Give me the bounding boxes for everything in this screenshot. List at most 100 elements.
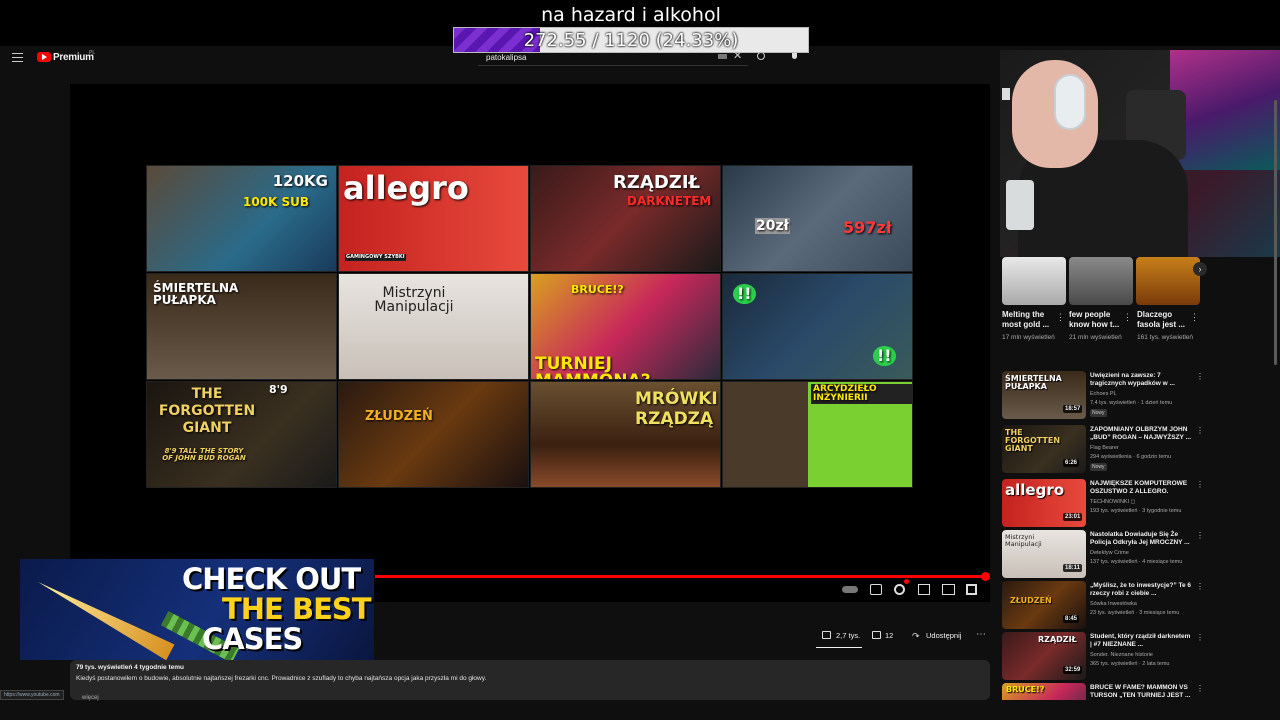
more-actions-icon[interactable]: ⋯ xyxy=(973,627,989,645)
duration-badge: 8:45 xyxy=(1063,615,1080,623)
rec-thumb-text: ZŁUDZEŃ xyxy=(1010,596,1052,605)
rec-channel[interactable]: Flag Bearer xyxy=(1090,445,1119,451)
recommendation-item[interactable]: BRUCE!? BRUCE W FAME? MAMMON VS TURSON „… xyxy=(1002,683,1278,700)
end-screen-video[interactable]: ŚMIERTELNA PUŁAPKA xyxy=(146,273,337,380)
more-vert-icon[interactable]: ⋮ xyxy=(1196,633,1204,642)
recommendation-item[interactable]: ŚMIERTELNA PUŁAPKA 18:57 Uwięzieni na za… xyxy=(1002,371,1278,421)
sidebar-scrollbar[interactable] xyxy=(1274,100,1277,365)
subtitles-icon[interactable] xyxy=(870,584,882,595)
rec-channel[interactable]: Detektyw Crime xyxy=(1090,550,1129,556)
thumb-text: Mistrzyni Manipulacji xyxy=(374,285,454,315)
miniplayer-icon[interactable] xyxy=(918,584,930,595)
rec-title[interactable]: Student, który rządził darknetem | #7 NI… xyxy=(1090,633,1194,649)
thumb-text: 120KG xyxy=(272,172,328,190)
show-more-link[interactable]: więcej xyxy=(82,695,99,701)
recommendation-item[interactable]: RZĄDZIŁ 32:59 Student, który rządził dar… xyxy=(1002,632,1278,682)
donation-progress-bar: 272.55 / 1120 (24.33%) xyxy=(453,27,809,53)
cup-icon xyxy=(1006,180,1034,230)
chevron-right-icon[interactable]: › xyxy=(1193,262,1207,276)
dislike-button[interactable]: 12 xyxy=(867,627,901,645)
rec-channel[interactable]: Echoes PL xyxy=(1090,391,1117,397)
end-screen-video[interactable]: ARCYDZIEŁO INŻYNIERII xyxy=(722,381,913,488)
end-screen-video[interactable]: BRUCE!? TURNIEJ MAMMONA? xyxy=(530,273,721,380)
progress-timeline[interactable] xyxy=(375,572,990,581)
rec-thumbnail[interactable]: Mistrzyni Manipulacji 18:11 xyxy=(1002,530,1086,578)
end-screen-video[interactable]: 120KG 100K SUB xyxy=(146,165,337,272)
end-screen-video[interactable]: RZĄDZIŁ DARKNETEM xyxy=(530,165,721,272)
more-vert-icon[interactable]: ⋮ xyxy=(1196,531,1204,540)
keyboard-icon[interactable] xyxy=(718,54,727,59)
rec-title[interactable]: Nastolatka Dowiaduje Się Że Policja Odkr… xyxy=(1090,531,1194,547)
short-thumbnail[interactable] xyxy=(1069,257,1133,305)
share-button[interactable]: ↷ Udostępnij xyxy=(908,627,970,645)
rec-thumbnail[interactable]: allegro 23:01 xyxy=(1002,479,1086,527)
more-vert-icon[interactable]: ⋮ xyxy=(1056,312,1065,323)
rec-thumbnail[interactable]: BRUCE!? xyxy=(1002,683,1086,700)
rec-thumbnail[interactable]: THE FORGOTTEN GIANT 6:26 xyxy=(1002,425,1086,473)
recommendation-item[interactable]: THE FORGOTTEN GIANT 6:26 ZAPOMNIANY OLBR… xyxy=(1002,425,1278,475)
short-thumbnail[interactable] xyxy=(1002,257,1066,305)
recommendation-item[interactable]: ZŁUDZEŃ 8:45 „Myślisz, że to inwestycje?… xyxy=(1002,581,1278,631)
thumb-text-2: GAMINGOWY SZYBKI xyxy=(345,254,406,261)
rec-channel[interactable]: Sonder. Nieznane historie xyxy=(1090,652,1153,658)
thumb-text: ŚMIERTELNA PUŁAPKA xyxy=(153,281,239,307)
short-views: 17 mln wyświetleń xyxy=(1002,334,1055,341)
thumb-text-3: 8'9 xyxy=(269,383,288,396)
brand-label[interactable]: Premium xyxy=(53,52,94,63)
like-button[interactable]: 2,7 tys. xyxy=(816,627,864,645)
short-views: 161 tys. wyświetleń xyxy=(1137,334,1193,341)
rec-title[interactable]: BRUCE W FAME? MAMMON VS TURSON „TEN TURN… xyxy=(1090,684,1194,700)
end-screen-video[interactable]: ZŁUDZEŃ xyxy=(338,381,529,488)
cases-ad-banner[interactable]: CHECK OUT THE BEST CASES xyxy=(20,559,374,660)
end-screen-video[interactable]: Mistrzyni Manipulacji xyxy=(338,273,529,380)
fullscreen-icon[interactable] xyxy=(966,584,977,595)
recommendation-item[interactable]: allegro 23:01 NAJWIĘKSZE KOMPUTEROWE OSZ… xyxy=(1002,479,1278,529)
more-vert-icon[interactable]: ⋮ xyxy=(1196,426,1204,435)
end-screen-video[interactable]: allegro GAMINGOWY SZYBKI xyxy=(338,165,529,272)
thumb-text-2: 100K SUB xyxy=(243,195,310,209)
rec-title[interactable]: Uwięzieni na zawsze: 7 tragicznych wypad… xyxy=(1090,372,1194,388)
more-vert-icon[interactable]: ⋮ xyxy=(1190,312,1199,323)
autoplay-toggle[interactable] xyxy=(842,586,858,593)
more-vert-icon[interactable]: ⋮ xyxy=(1196,372,1204,381)
end-screen-video[interactable]: MRÓWKI RZĄDZĄ xyxy=(530,381,721,488)
rec-title[interactable]: ZAPOMNIANY OLBRZYM JOHN „BUD” ROGAN – NA… xyxy=(1090,426,1194,442)
more-vert-icon[interactable]: ⋮ xyxy=(1196,684,1204,693)
rec-channel[interactable]: Sówka Inwestówka xyxy=(1090,601,1137,607)
ad-line-1: CHECK OUT xyxy=(182,562,361,596)
search-query: patokalipsa xyxy=(486,53,527,62)
youtube-logo-icon[interactable] xyxy=(37,52,51,62)
rec-channel[interactable]: TECHNOWINKI ◻ xyxy=(1090,499,1135,505)
rec-thumbnail[interactable]: ŚMIERTELNA PUŁAPKA 18:57 xyxy=(1002,371,1086,419)
rec-title[interactable]: NAJWIĘKSZE KOMPUTEROWE OSZUSTWO Z ALLEGR… xyxy=(1090,480,1194,496)
hamburger-menu-icon[interactable] xyxy=(12,53,23,62)
country-code: PL xyxy=(89,50,96,56)
end-screen-video[interactable]: !! !! xyxy=(722,273,913,380)
thumbs-down-icon xyxy=(872,631,881,639)
video-meta: 79 tys. wyświetleń 4 tygodnie temu xyxy=(76,664,185,671)
rec-thumbnail[interactable]: ZŁUDZEŃ 8:45 xyxy=(1002,581,1086,629)
video-player[interactable]: 120KG 100K SUB allegro GAMINGOWY SZYBKI … xyxy=(70,84,990,602)
thumbs-up-icon xyxy=(822,631,831,639)
short-title[interactable]: Dlaczego fasola jest ... xyxy=(1137,310,1197,329)
recommendation-item[interactable]: Mistrzyni Manipulacji 18:11 Nastolatka D… xyxy=(1002,530,1278,580)
more-vert-icon[interactable]: ⋮ xyxy=(1196,480,1204,489)
more-vert-icon[interactable]: ⋮ xyxy=(1196,582,1204,591)
thumb-text: allegro xyxy=(343,169,469,207)
more-vert-icon[interactable]: ⋮ xyxy=(1123,312,1132,323)
rec-thumbnail[interactable]: RZĄDZIŁ 32:59 xyxy=(1002,632,1086,680)
end-screen-video[interactable]: THE FORGOTTEN GIANT 8'9 TALL THE STORY O… xyxy=(146,381,337,488)
webcam-background xyxy=(1170,50,1280,170)
end-screen-video[interactable]: 20zł 597zł xyxy=(722,165,913,272)
rec-title[interactable]: „Myślisz, że to inwestycje?” Te 6 rzeczy… xyxy=(1090,582,1194,598)
theater-mode-icon[interactable] xyxy=(942,584,955,595)
short-thumbnail[interactable] xyxy=(1136,257,1200,305)
short-title[interactable]: Melting the most gold ... xyxy=(1002,310,1062,329)
description-box[interactable]: 79 tys. wyświetleń 4 tygodnie temu Kiedy… xyxy=(70,660,990,701)
thumb-text: ZŁUDZEŃ xyxy=(365,409,433,424)
rec-thumb-text: allegro xyxy=(1005,481,1065,499)
thumb-text: ARCYDZIEŁO INŻYNIERII xyxy=(811,384,912,404)
short-title[interactable]: few people know how t... xyxy=(1069,310,1129,329)
thumb-text: MRÓWKI RZĄDZĄ xyxy=(635,389,718,429)
settings-gear-icon[interactable] xyxy=(894,579,909,595)
